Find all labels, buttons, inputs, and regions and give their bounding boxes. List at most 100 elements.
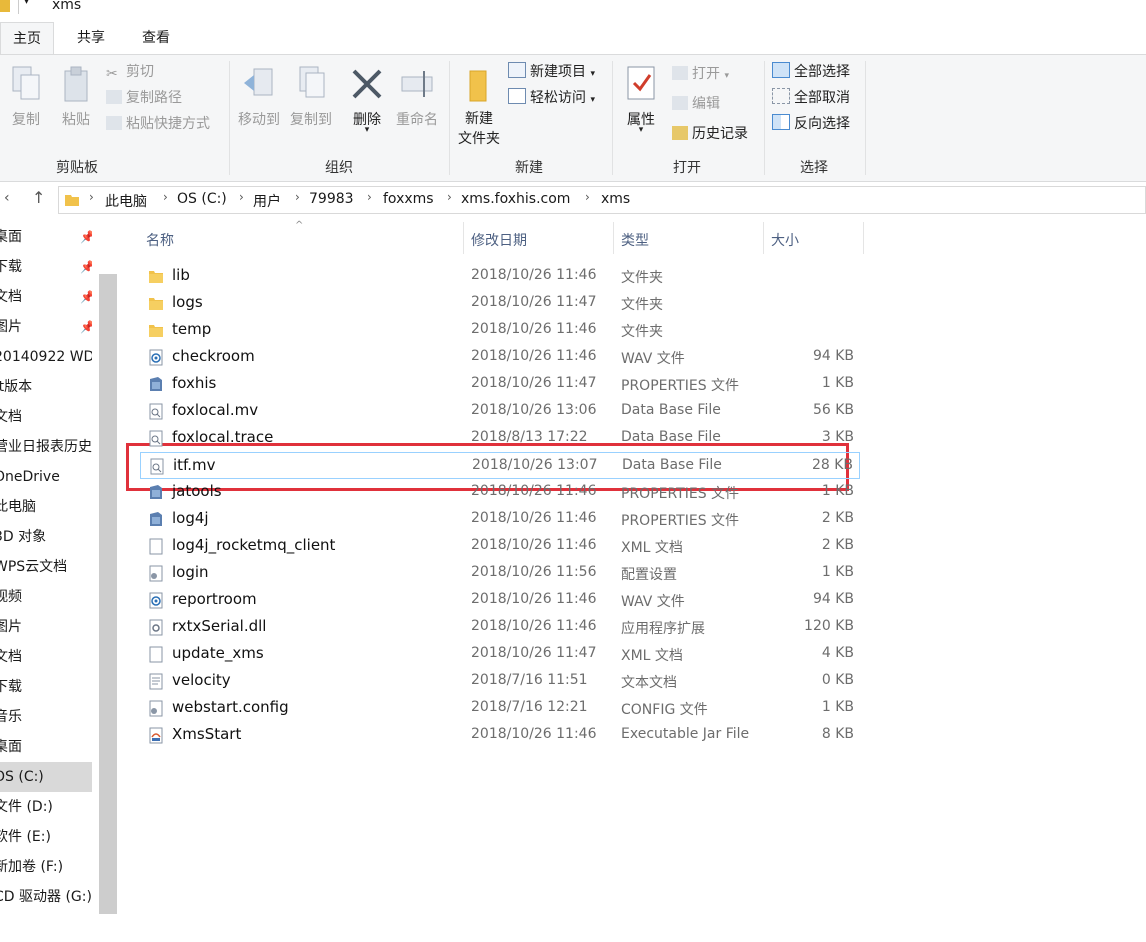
file-row[interactable]: webstart.config 2018/7/16 12:21 CONFIG 文件 1… <box>140 695 860 722</box>
breadcrumb-item[interactable]: OS (C:) <box>177 191 227 207</box>
divider[interactable] <box>463 222 464 254</box>
divider[interactable] <box>613 222 614 254</box>
column-header-name[interactable]: 名称 <box>146 230 174 250</box>
file-row[interactable]: log4j 2018/10/26 11:46 PROPERTIES 文件 2 KB <box>140 506 860 533</box>
file-row[interactable]: jatools 2018/10/26 11:46 PROPERTIES 文件 1 KB <box>140 479 860 506</box>
properties-button[interactable]: 属性 ▾ <box>618 59 664 135</box>
copy-to-button[interactable]: 复制到 <box>286 59 336 128</box>
breadcrumb-item[interactable]: 此电脑 <box>105 191 147 211</box>
sidebar-item[interactable]: OS (C:) <box>0 762 92 792</box>
pin-icon[interactable]: 📌 <box>80 222 92 252</box>
sidebar-item[interactable]: 下载 <box>0 672 92 702</box>
file-row[interactable]: foxhis 2018/10/26 11:47 PROPERTIES 文件 1 KB <box>140 371 860 398</box>
quick-access-dropdown-icon[interactable]: ▾ <box>24 0 29 7</box>
select-group-label: 选择 <box>800 160 828 176</box>
chevron-right-icon[interactable]: › <box>163 190 168 204</box>
paste-button[interactable]: 粘贴 <box>54 59 98 128</box>
file-row[interactable]: checkroom 2018/10/26 11:46 WAV 文件 94 KB <box>140 344 860 371</box>
move-to-button[interactable]: 移动到 <box>234 59 284 128</box>
file-row[interactable]: update_xms 2018/10/26 11:47 XML 文档 4 KB <box>140 641 860 668</box>
sidebar-item[interactable]: 图片 📌 <box>0 312 92 342</box>
file-row[interactable]: foxlocal.trace 2018/8/13 17:22 Data Base F… <box>140 425 860 452</box>
select-none-button[interactable]: 全部取消 <box>772 87 850 109</box>
file-row[interactable]: itf.mv 2018/10/26 13:07 Data Base File 28 K… <box>140 452 860 479</box>
divider[interactable] <box>863 222 864 254</box>
sidebar-item[interactable]: 新加卷 (F:) <box>0 852 92 882</box>
sidebar-item[interactable]: ft版本 <box>0 372 92 402</box>
chevron-right-icon[interactable]: › <box>367 190 372 204</box>
pin-icon[interactable]: 📌 <box>80 312 92 342</box>
new-item-button[interactable]: 新建项目 ▾ <box>508 61 595 83</box>
tab-home[interactable]: 主页 <box>0 22 54 55</box>
file-row[interactable]: temp 2018/10/26 11:46 文件夹 <box>140 317 860 344</box>
breadcrumb-item[interactable]: 79983 <box>309 191 354 207</box>
copy-path-button[interactable]: 复制路径 <box>106 87 182 109</box>
sidebar-item[interactable]: 营业日报表历史积 <box>0 432 92 462</box>
copy-button[interactable]: 复制 <box>4 59 48 128</box>
tab-view[interactable]: 查看 <box>130 22 182 54</box>
cut-button[interactable]: ✂ 剪切 <box>106 61 154 83</box>
back-chevron-icon[interactable]: ‹ <box>4 190 10 206</box>
open-button[interactable]: 打开 ▾ <box>672 63 729 85</box>
address-bar[interactable]: › 此电脑 › OS (C:) › 用户 › 79983 › foxxms › … <box>58 186 1146 214</box>
breadcrumb-item[interactable]: xms <box>601 191 630 207</box>
chevron-right-icon[interactable]: › <box>585 190 590 204</box>
file-row[interactable]: reportroom 2018/10/26 11:46 WAV 文件 94 KB <box>140 587 860 614</box>
nav-pane-scrollbar[interactable] <box>99 274 117 914</box>
chevron-right-icon[interactable]: › <box>239 190 244 204</box>
divider[interactable] <box>763 222 764 254</box>
file-row[interactable]: logs 2018/10/26 11:47 文件夹 <box>140 290 860 317</box>
easy-access-button[interactable]: 轻松访问 ▾ <box>508 87 595 109</box>
breadcrumb-item[interactable]: foxxms <box>383 191 434 207</box>
sidebar-item[interactable]: 3D 对象 <box>0 522 92 552</box>
new-folder-button[interactable]: 新建 文件夹 <box>454 59 504 147</box>
chevron-right-icon[interactable]: › <box>447 190 452 204</box>
file-row[interactable]: rxtxSerial.dll 2018/10/26 11:46 应用程序扩展 120 … <box>140 614 860 641</box>
sidebar-item[interactable]: 文件 (D:) <box>0 792 92 822</box>
edit-icon <box>672 96 688 110</box>
edit-button[interactable]: 编辑 <box>672 93 720 115</box>
sidebar-item[interactable]: CD 驱动器 (G:) <box>0 882 92 912</box>
rename-button[interactable]: 重命名 <box>392 59 442 128</box>
invert-selection-button[interactable]: 反向选择 <box>772 113 850 135</box>
chevron-right-icon[interactable]: › <box>89 190 94 204</box>
select-all-button[interactable]: 全部选择 <box>772 61 850 83</box>
file-date: 2018/10/26 11:47 <box>471 294 597 310</box>
up-arrow-icon[interactable]: ↑ <box>32 188 45 207</box>
sidebar-item[interactable]: 图片 <box>0 612 92 642</box>
tab-share[interactable]: 共享 <box>66 22 116 54</box>
sidebar-item[interactable]: 音乐 <box>0 702 92 732</box>
paste-shortcut-button[interactable]: 粘贴快捷方式 <box>106 113 210 135</box>
sidebar-item[interactable]: 软件 (E:) <box>0 822 92 852</box>
sidebar-item[interactable]: WPS云文档 <box>0 552 92 582</box>
file-name: log4j_rocketmq_client <box>172 536 336 554</box>
pin-icon[interactable]: 📌 <box>80 252 92 282</box>
sidebar-item[interactable]: 下载 📌 <box>0 252 92 282</box>
sidebar-item[interactable]: 文档 <box>0 402 92 432</box>
file-row[interactable]: login 2018/10/26 11:56 配置设置 1 KB <box>140 560 860 587</box>
sidebar-item[interactable]: 20140922 WDT <box>0 342 92 372</box>
column-header-date[interactable]: 修改日期 <box>471 230 527 250</box>
sidebar-item[interactable]: 文档 📌 <box>0 282 92 312</box>
sidebar-item[interactable]: 桌面 📌 <box>0 222 92 252</box>
select-all-icon <box>772 62 790 78</box>
column-header-size[interactable]: 大小 <box>771 230 799 250</box>
breadcrumb-item[interactable]: xms.foxhis.com <box>461 191 570 207</box>
chevron-right-icon[interactable]: › <box>295 190 300 204</box>
file-row[interactable]: lib 2018/10/26 11:46 文件夹 <box>140 263 860 290</box>
sidebar-item[interactable]: 视频 <box>0 582 92 612</box>
file-row[interactable]: XmsStart 2018/10/26 11:46 Executable Jar F… <box>140 722 860 749</box>
sidebar-item[interactable]: 此电脑 <box>0 492 92 522</box>
file-date: 2018/10/26 11:56 <box>471 564 597 580</box>
file-row[interactable]: foxlocal.mv 2018/10/26 13:06 Data Base Fil… <box>140 398 860 425</box>
sidebar-item[interactable]: OneDrive <box>0 462 92 492</box>
file-row[interactable]: log4j_rocketmq_client 2018/10/26 11:46 XML… <box>140 533 860 560</box>
delete-button[interactable]: 删除 ▾ <box>344 59 390 135</box>
breadcrumb-item[interactable]: 用户 <box>253 191 281 211</box>
pin-icon[interactable]: 📌 <box>80 282 92 312</box>
sidebar-item[interactable]: 桌面 <box>0 732 92 762</box>
history-button[interactable]: 历史记录 <box>672 123 748 145</box>
file-row[interactable]: velocity 2018/7/16 11:51 文本文档 0 KB <box>140 668 860 695</box>
sidebar-item[interactable]: 文档 <box>0 642 92 672</box>
column-header-type[interactable]: 类型 <box>621 230 649 250</box>
